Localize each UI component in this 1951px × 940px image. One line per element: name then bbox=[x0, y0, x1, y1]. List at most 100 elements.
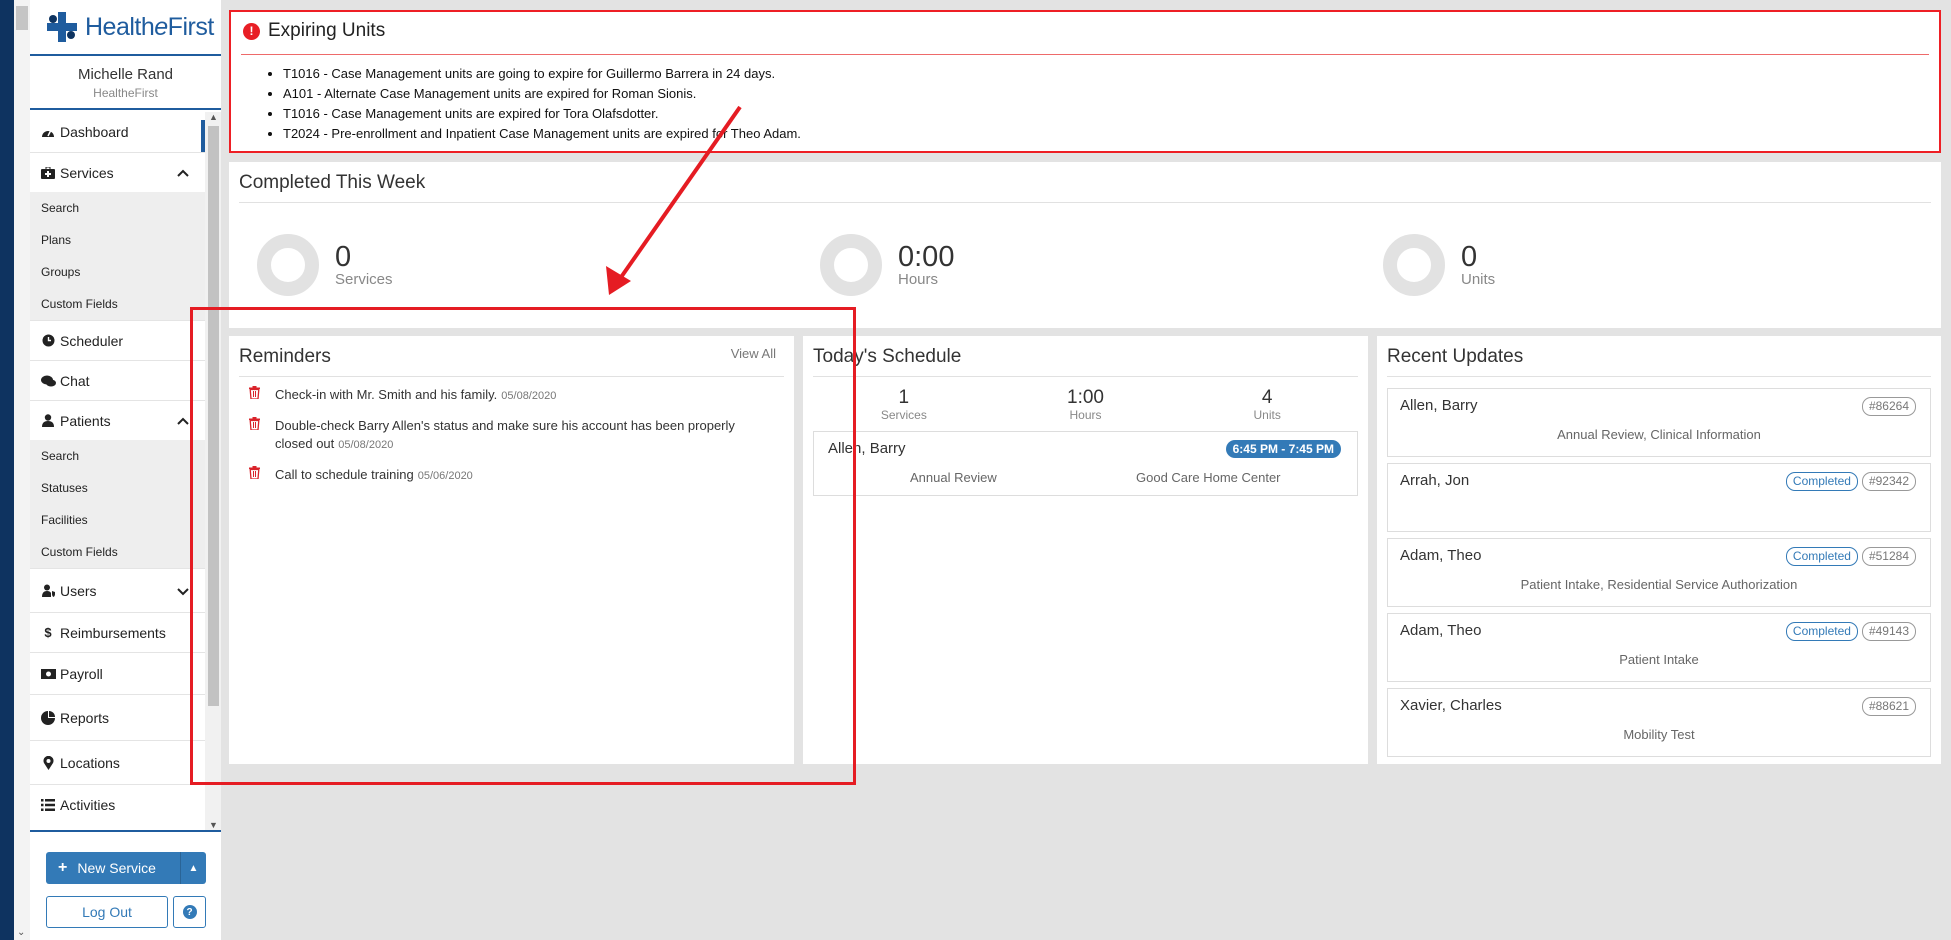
caret-up-icon: ▲ bbox=[188, 862, 199, 874]
sidebar-item-services[interactable]: Services bbox=[30, 152, 205, 192]
schedule-stat-hours: 1:00 Hours bbox=[995, 387, 1177, 423]
user-name: Michelle Rand bbox=[77, 66, 174, 83]
stat-value: 1:00 bbox=[1067, 387, 1104, 408]
stat-label: Units bbox=[1253, 408, 1281, 422]
scroll-up-icon[interactable]: ▲ bbox=[209, 112, 218, 122]
sidebar-item-label: Scheduler bbox=[60, 332, 124, 349]
sidebar-item-label: Reports bbox=[60, 709, 110, 726]
sidebar-item-locations[interactable]: Locations bbox=[30, 740, 205, 784]
id-badge: #51284 bbox=[1861, 547, 1916, 566]
sidebar-item-reimbursements[interactable]: $ Reimbursements bbox=[30, 612, 205, 652]
pie-chart-icon bbox=[40, 710, 56, 725]
update-desc: Mobility Test bbox=[1623, 727, 1695, 742]
update-card[interactable]: Xavier, Charles #88621 Mobility Test bbox=[1387, 688, 1931, 757]
update-card[interactable]: Arrah, Jon Completed #92342 bbox=[1387, 463, 1931, 532]
update-name: Adam, Theo bbox=[1400, 547, 1482, 564]
update-card[interactable]: Adam, Theo Completed #51284 Patient Intak… bbox=[1387, 538, 1931, 607]
stat-value: 0:00 bbox=[898, 241, 955, 273]
id-badge: #88621 bbox=[1861, 697, 1916, 716]
services-sub-groups[interactable]: Groups bbox=[30, 256, 205, 288]
sidebar-footer: + New Service ▲ Log Out ? bbox=[30, 830, 221, 940]
patients-sub-custom-fields[interactable]: Custom Fields bbox=[30, 536, 205, 568]
services-submenu: Search Plans Groups Custom Fields bbox=[30, 192, 205, 320]
patients-sub-facilities[interactable]: Facilities bbox=[30, 504, 205, 536]
stat-value: 4 bbox=[1261, 387, 1273, 408]
services-sub-plans[interactable]: Plans bbox=[30, 224, 205, 256]
panel-divider bbox=[813, 376, 1358, 377]
sidebar-item-label: Users bbox=[60, 582, 97, 599]
alert-item: A101 - Alternate Case Management units a… bbox=[283, 84, 801, 104]
status-badge: Completed bbox=[1785, 622, 1858, 641]
id-badge: #92342 bbox=[1861, 472, 1916, 491]
sidebar-item-activities[interactable]: Activities bbox=[30, 784, 205, 824]
update-name: Adam, Theo bbox=[1400, 622, 1482, 639]
sidebar-item-chat[interactable]: Chat bbox=[30, 360, 205, 400]
chevron-up-icon[interactable] bbox=[177, 413, 189, 429]
user-icon bbox=[40, 414, 56, 427]
sidebar-item-dashboard[interactable]: Dashboard bbox=[30, 112, 205, 154]
alert-item: T1016 - Case Management units are going … bbox=[283, 64, 801, 84]
new-service-button[interactable]: + New Service ▲ bbox=[46, 852, 206, 884]
sidebar-item-label: Services bbox=[60, 164, 114, 181]
appointment-type: Annual Review bbox=[910, 470, 997, 485]
panel-title: Recent Updates bbox=[1387, 346, 1524, 367]
update-card[interactable]: Allen, Barry #86264 Annual Review, Clini… bbox=[1387, 388, 1931, 457]
alert-title-text: Expiring Units bbox=[268, 20, 386, 41]
ring-icon bbox=[257, 234, 319, 296]
new-service-dropdown-toggle[interactable]: ▲ bbox=[180, 852, 206, 884]
annotation-highlight-box bbox=[190, 307, 856, 785]
help-button[interactable]: ? bbox=[173, 896, 206, 928]
user-shield-icon bbox=[40, 584, 56, 597]
scroll-down-icon[interactable]: ▼ bbox=[209, 820, 218, 830]
sidebar-item-users[interactable]: Users bbox=[30, 568, 205, 612]
page-scrollbar[interactable]: ⌄ bbox=[14, 0, 30, 940]
services-sub-search[interactable]: Search bbox=[30, 192, 205, 224]
appointment-card[interactable]: Allen, Barry 6:45 PM - 7:45 PM Annual Re… bbox=[813, 431, 1358, 496]
map-marker-icon bbox=[40, 755, 56, 770]
dashboard-gauge-icon bbox=[40, 126, 56, 138]
chevron-up-icon[interactable] bbox=[177, 165, 189, 181]
sidebar-item-scheduler[interactable]: Scheduler bbox=[30, 320, 205, 360]
stat-label: Units bbox=[1461, 271, 1496, 288]
logo-icon bbox=[47, 12, 77, 42]
sidebar-item-label: Locations bbox=[60, 754, 120, 771]
panel-title: Completed This Week bbox=[239, 172, 426, 193]
completed-this-week-panel: Completed This Week 0 Services 0:00 Hours … bbox=[229, 162, 1941, 328]
patients-sub-search[interactable]: Search bbox=[30, 440, 205, 472]
update-desc: Patient Intake bbox=[1619, 652, 1699, 667]
sidebar-item-label: Payroll bbox=[60, 665, 103, 682]
chat-bubbles-icon bbox=[40, 375, 56, 387]
user-org: HealtheFirst bbox=[93, 86, 158, 100]
patients-sub-statuses[interactable]: Statuses bbox=[30, 472, 205, 504]
alert-title: ! Expiring Units bbox=[243, 20, 385, 42]
appointment-facility: Good Care Home Center bbox=[1136, 470, 1281, 485]
page-scrollbar-thumb[interactable] bbox=[16, 6, 28, 30]
exclamation-circle-icon: ! bbox=[243, 22, 260, 40]
stat-label: Hours bbox=[1069, 408, 1102, 422]
brand-logo[interactable]: HealtheFirst bbox=[30, 0, 221, 56]
alert-item: T2024 - Pre-enrollment and Inpatient Cas… bbox=[283, 124, 801, 144]
clock-icon bbox=[40, 334, 56, 347]
sidebar-item-patients[interactable]: Patients bbox=[30, 400, 205, 440]
stat-hours: 0:00 Hours bbox=[820, 234, 954, 296]
sidebar-item-label: Dashboard bbox=[60, 124, 129, 140]
chevron-down-icon[interactable] bbox=[177, 583, 189, 599]
update-name: Arrah, Jon bbox=[1400, 472, 1470, 489]
update-desc: Annual Review, Clinical Information bbox=[1557, 427, 1761, 442]
patients-submenu: Search Statuses Facilities Custom Fields bbox=[30, 440, 205, 568]
update-card[interactable]: Adam, Theo Completed #49143 Patient Intak… bbox=[1387, 613, 1931, 682]
panel-divider bbox=[239, 202, 1931, 203]
new-service-label: New Service bbox=[77, 860, 156, 876]
sidebar-item-payroll[interactable]: Payroll bbox=[30, 652, 205, 694]
sidebar-item-reports[interactable]: Reports bbox=[30, 694, 205, 740]
services-sub-custom-fields[interactable]: Custom Fields bbox=[30, 288, 205, 320]
id-badge: #49143 bbox=[1861, 622, 1916, 641]
stat-units: 0 Units bbox=[1383, 234, 1495, 296]
dollar-icon: $ bbox=[44, 625, 52, 640]
status-badge: Completed bbox=[1785, 547, 1858, 566]
question-circle-icon: ? bbox=[182, 905, 197, 919]
schedule-stat-units: 4 Units bbox=[1176, 387, 1358, 423]
logout-button[interactable]: Log Out bbox=[46, 896, 168, 928]
brand-name: HealtheFirst bbox=[85, 12, 214, 41]
scroll-down-icon[interactable]: ⌄ bbox=[17, 927, 25, 938]
